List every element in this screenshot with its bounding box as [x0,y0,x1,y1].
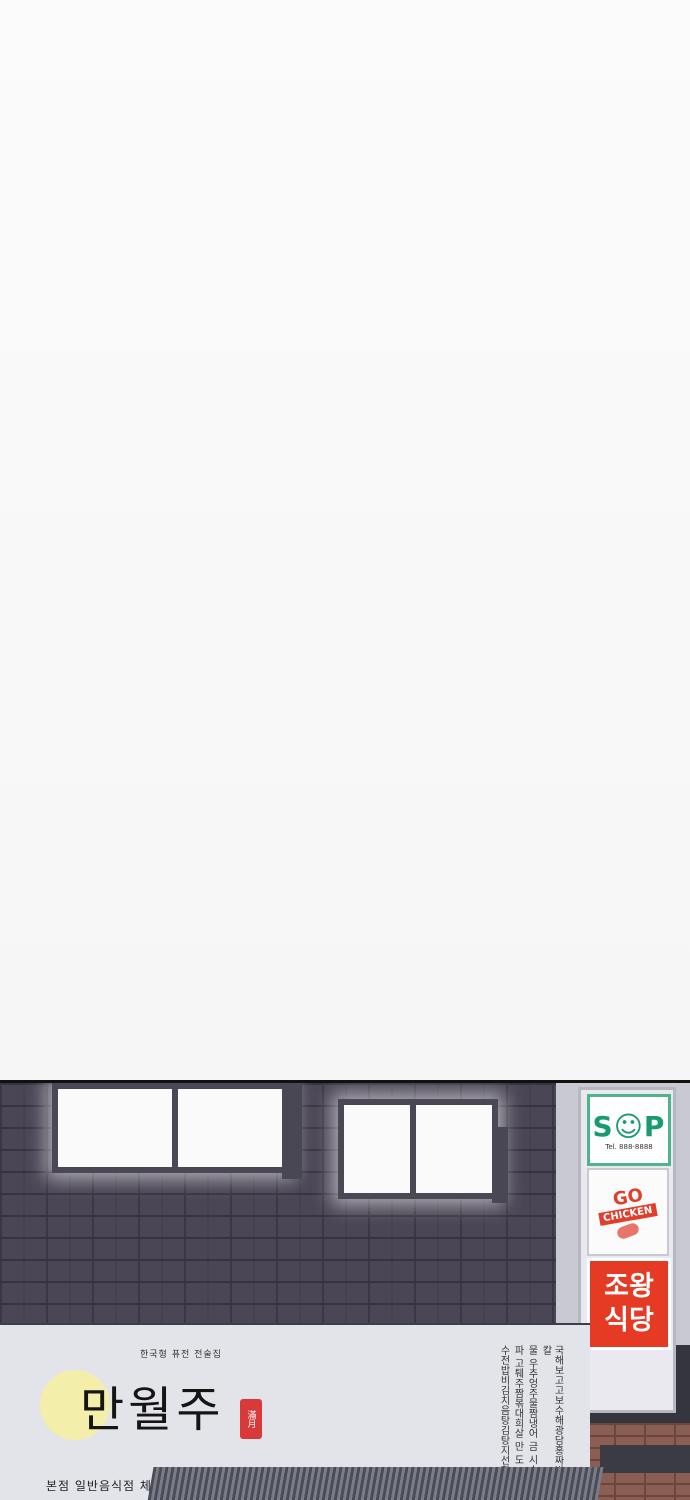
side-awning [600,1445,690,1473]
window-mullion-right [410,1105,416,1195]
menu-column: 국해보고고보수해광담홍짜반김칼 [540,1345,563,1485]
empty-sky-area [0,0,690,1082]
upper-window-left [52,1083,290,1173]
sop-logo: S☺P [592,1109,666,1143]
store-subtitle: 한국형 퓨전 전술집 [140,1350,222,1360]
window-mullion [172,1083,178,1173]
menu-column: 물 우추엉주물짬냉어 금 시소 [526,1345,537,1475]
chicken-sign: GO CHICKEN [587,1168,669,1256]
street-panel: S☺P Tel. 888-8888 GO CHICKEN 조왕 식당 한국형 퓨… [0,1080,690,1500]
comic-page: S☺P Tel. 888-8888 GO CHICKEN 조왕 식당 한국형 퓨… [0,0,690,1500]
store-title: 만월주 [80,1382,225,1438]
sop-phone: Tel. 888-8888 [605,1142,653,1151]
window-frame-side-right [492,1127,508,1203]
jowang-restaurant-sign: 조왕 식당 [587,1258,671,1350]
jowang-line1: 조왕 [604,1271,654,1302]
menu-list: 국해보고고보수해광담홍짜반김칼 물 우추엉주물짬냉어 금 시소 파 고퉤주짬볶대… [398,1345,563,1485]
chicken-leg-icon [615,1221,641,1241]
sop-sign: S☺P Tel. 888-8888 [587,1094,671,1166]
menu-column: 수전밥비김치음탕김탕지선향우 [498,1345,509,1485]
vertical-sign-column: S☺P Tel. 888-8888 GO CHICKEN 조왕 식당 [578,1087,676,1413]
jowang-line2: 식당 [604,1305,654,1336]
menu-column: 파 고퉤주짬볶대희살 만 도 [512,1345,523,1465]
window-frame-side [282,1083,302,1179]
corrugated-roof [146,1467,604,1500]
red-seal-stamp: 滿月 [240,1399,262,1439]
upper-window-right [338,1099,498,1199]
